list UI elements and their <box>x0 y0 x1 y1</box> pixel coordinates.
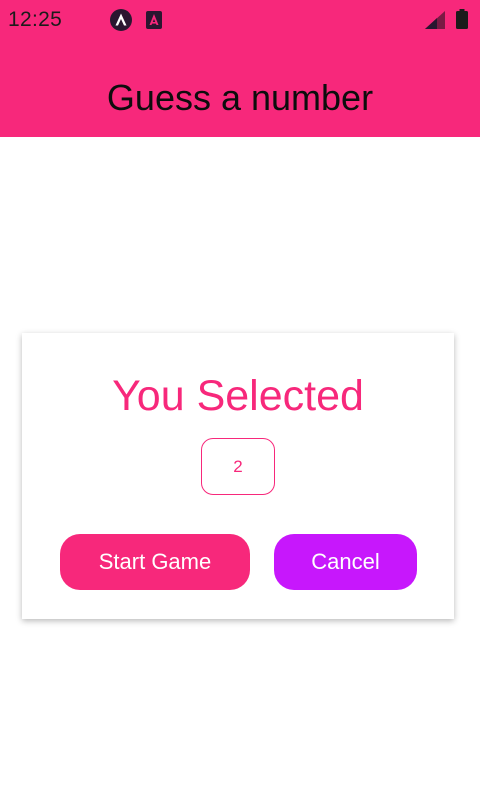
expo-notification-icon <box>110 9 132 31</box>
app-screen: 12:25 Guess a number You Selected 2 Star… <box>0 0 480 802</box>
selected-number-value: 2 <box>233 456 243 476</box>
selection-summary-card: You Selected 2 Start Game Cancel <box>22 333 454 619</box>
signal-icon <box>425 11 445 29</box>
card-title: You Selected <box>112 372 364 420</box>
start-game-button-label: Start Game <box>98 549 212 574</box>
selected-number-display: 2 <box>201 438 275 495</box>
app-header: 12:25 Guess a number <box>0 0 480 137</box>
status-time: 12:25 <box>8 8 63 31</box>
app-notification-icon <box>146 11 162 29</box>
header-title: Guess a number <box>106 77 374 118</box>
battery-icon <box>456 9 468 29</box>
cancel-button-label: Cancel <box>311 549 380 574</box>
status-bar: 12:25 <box>0 0 480 40</box>
cancel-button[interactable]: Cancel <box>274 534 417 590</box>
start-game-button[interactable]: Start Game <box>60 534 250 590</box>
